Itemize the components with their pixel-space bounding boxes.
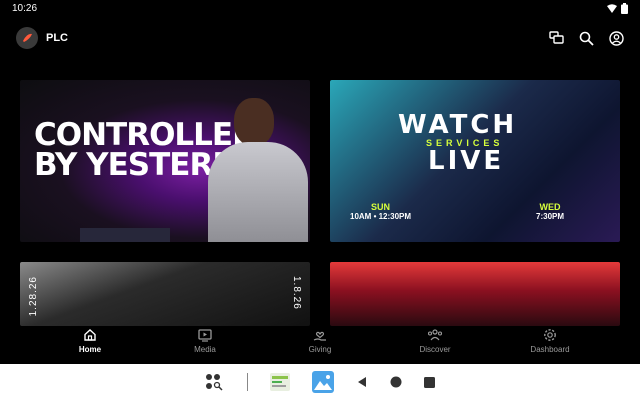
wifi-icon: [607, 3, 617, 13]
series-card[interactable]: 1.28.26 1.8.26: [20, 262, 310, 326]
account-icon: [608, 30, 624, 46]
recents-button[interactable]: [424, 376, 435, 388]
nav-item-media[interactable]: Media: [155, 328, 255, 360]
taskbar-app-maps[interactable]: [270, 373, 290, 391]
gallery-app-icon: [312, 371, 334, 393]
watch-live-card[interactable]: WATCH SERVICES LIVE SUN 10AM • 12:30PM W…: [330, 80, 620, 242]
sunday-day: SUN: [371, 202, 391, 212]
brand-name: PLC: [46, 32, 68, 44]
system-nav-bar: [0, 364, 640, 400]
media-icon: [198, 329, 212, 342]
podium-image: [80, 228, 170, 242]
sunday-times: 10AM • 12:30PM: [350, 212, 412, 221]
sunday-schedule: SUN 10AM • 12:30PM: [350, 202, 411, 221]
battery-icon: [621, 2, 628, 14]
app-drawer-button[interactable]: [205, 373, 225, 391]
nav-label-discover: Discover: [419, 345, 451, 354]
recents-icon: [424, 376, 435, 388]
header-actions: [548, 30, 624, 46]
status-time: 10:26: [12, 2, 38, 14]
search-icon: [579, 31, 594, 46]
app-header: PLC: [0, 24, 640, 52]
discover-icon: [427, 329, 443, 341]
giving-icon: [313, 331, 326, 341]
watch-text: WATCH: [398, 110, 518, 140]
nav-item-giving[interactable]: Giving: [270, 328, 370, 360]
search-button[interactable]: [578, 30, 594, 46]
series-date-start: 1.28.26: [28, 276, 39, 317]
dashboard-icon: [544, 329, 556, 341]
status-icons: [607, 2, 628, 14]
nav-label-home: Home: [78, 345, 102, 354]
home-icon: [84, 329, 96, 341]
maps-app-icon: [270, 373, 290, 391]
nav-label-giving: Giving: [308, 345, 332, 354]
nav-item-dashboard[interactable]: Dashboard: [500, 328, 600, 360]
featured-sermon-card[interactable]: CONTROLLED BY YESTERDAY: [20, 80, 310, 242]
account-button[interactable]: [608, 30, 624, 46]
church-logo-icon: [16, 27, 38, 49]
back-button[interactable]: [356, 376, 368, 388]
live-text: LIVE: [428, 146, 505, 176]
home-button[interactable]: [390, 376, 402, 388]
wednesday-day: WED: [539, 202, 561, 212]
nav-item-discover[interactable]: Discover: [385, 328, 485, 360]
series-date-end: 1.8.26: [291, 276, 302, 310]
wednesday-time: 7:30PM: [536, 212, 565, 221]
nav-label-dashboard: Dashboard: [530, 345, 570, 354]
chat-button[interactable]: [548, 30, 564, 46]
back-icon: [358, 377, 366, 387]
apps-search-icon: [206, 374, 223, 391]
home-circle-icon: [390, 376, 402, 388]
status-bar: 10:26: [0, 0, 640, 16]
brand[interactable]: PLC: [16, 27, 68, 49]
taskbar-app-gallery[interactable]: [312, 371, 334, 393]
content-feed: CONTROLLED BY YESTERDAY WATCH SERVICES L…: [20, 80, 620, 326]
bottom-nav: Home Media Giving Discover Dashboard: [40, 328, 600, 360]
worship-card[interactable]: [330, 262, 620, 326]
nav-item-home[interactable]: Home: [40, 328, 140, 360]
chat-icon: [548, 31, 564, 44]
nav-label-media: Media: [194, 345, 216, 354]
speaker-image: [198, 98, 308, 242]
wednesday-schedule: WED 7:30PM: [536, 202, 564, 221]
taskbar-divider: [247, 373, 248, 391]
